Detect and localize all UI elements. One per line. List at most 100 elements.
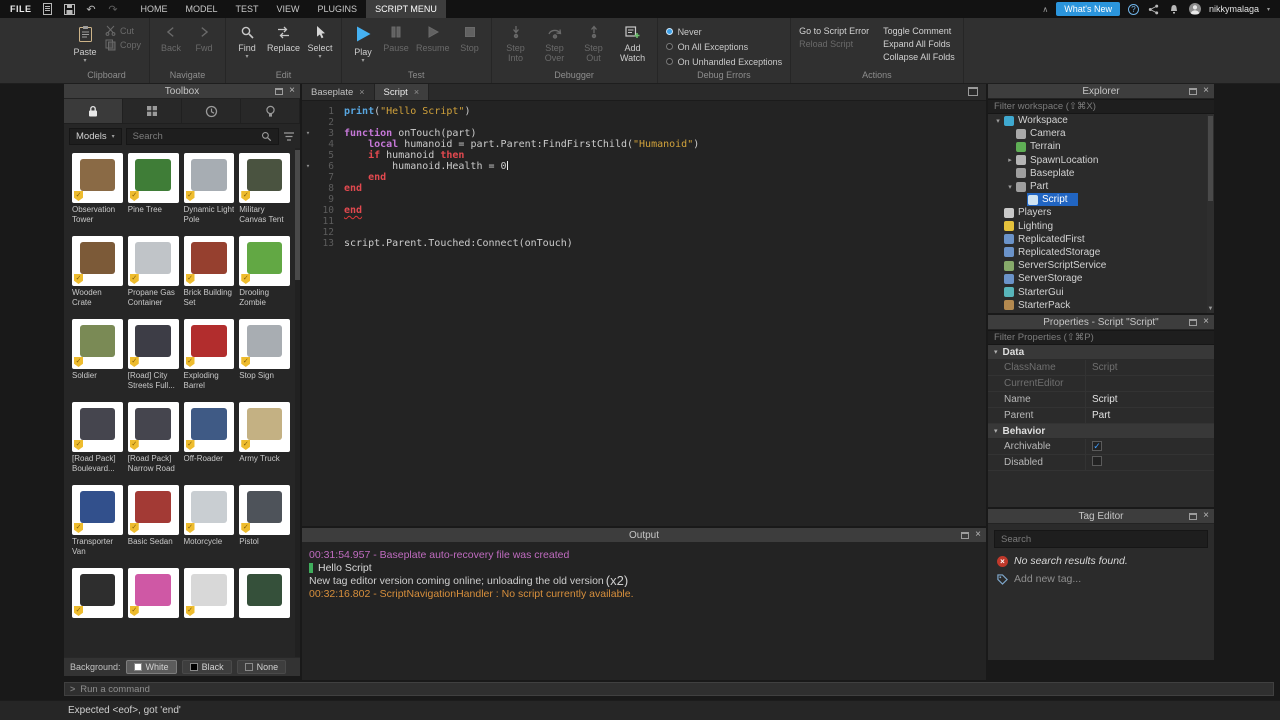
save-icon[interactable] (63, 3, 76, 16)
toolbox-model-item[interactable]: ✓ Propane Gas Container (127, 236, 179, 308)
explorer-item-serverstorage[interactable]: ServerStorage (988, 272, 1207, 285)
tag-search-input[interactable]: Search (994, 530, 1208, 548)
popout-editor-icon[interactable] (968, 87, 978, 96)
explorer-item-starterpack[interactable]: StarterPack (988, 299, 1207, 312)
menu-tab-script-menu[interactable]: SCRIPT MENU (366, 0, 446, 18)
step-into-button[interactable]: Step Into (500, 23, 532, 63)
action-toggle-comment[interactable]: Toggle Comment (883, 26, 955, 36)
explorer-item-workspace[interactable]: ▾ Workspace (988, 114, 1207, 127)
paste-button[interactable]: Paste ▾ (72, 23, 98, 64)
explorer-item-replicatedfirst[interactable]: ReplicatedFirst (988, 233, 1207, 246)
explorer-item-players[interactable]: Players (988, 206, 1207, 219)
properties-section-data[interactable]: ▾ Data (988, 345, 1214, 360)
action-go-to-script-error[interactable]: Go to Script Error (799, 26, 869, 36)
menu-tab-test[interactable]: TEST (227, 0, 268, 18)
tab-script[interactable]: Script (374, 84, 430, 100)
property-value[interactable]: Script (1086, 362, 1214, 373)
toolbox-model-item[interactable]: ✓ [Road Pack] Boulevard... (72, 402, 123, 474)
command-bar[interactable]: > Run a command (64, 682, 1274, 696)
toolbox-model-item[interactable]: ✓ Motorcycle (183, 485, 235, 557)
toolbox-model-item[interactable]: ✓ (183, 568, 235, 640)
redo-icon[interactable]: ↷ (107, 3, 120, 16)
toolbox-model-item[interactable]: ✓ Pine Tree (127, 153, 179, 225)
toolbox-model-item[interactable]: ✓ Wooden Crate (72, 236, 123, 308)
explorer-scrollbar[interactable]: ▼ (1207, 114, 1214, 313)
filters-icon[interactable] (283, 131, 295, 142)
explorer-item-startergui[interactable]: StarterGui (988, 285, 1207, 298)
category-dropdown[interactable]: Models ▾ (69, 127, 122, 145)
property-value[interactable]: Part (1086, 410, 1214, 421)
help-icon[interactable]: ? (1127, 3, 1139, 15)
copy-button[interactable]: Copy (105, 39, 141, 51)
share-icon[interactable] (1147, 3, 1160, 16)
toolbox-tab-marketplace[interactable] (64, 99, 123, 123)
resume-button[interactable]: Resume (416, 23, 450, 53)
pause-button[interactable]: Pause (383, 23, 409, 53)
toolbox-model-item[interactable]: ✓ Brick Building Set (183, 236, 235, 308)
stop-button[interactable]: Stop (457, 23, 483, 53)
toolbox-model-item[interactable]: ✓ [Road] City Streets Full... (127, 319, 179, 391)
code-line[interactable] (344, 216, 986, 227)
code-line[interactable]: humanoid.Health = 0 (344, 161, 986, 172)
select-button[interactable]: Select ▾ (307, 23, 333, 60)
explorer-item-replicatedstorage[interactable]: ReplicatedStorage (988, 246, 1207, 259)
properties-section-behavior[interactable]: ▾ Behavior (988, 424, 1214, 439)
forward-button[interactable]: Fwd (191, 23, 217, 53)
code-line[interactable] (344, 117, 986, 128)
add-new-tag-row[interactable]: Add new tag... (988, 570, 1214, 588)
explorer-item-camera[interactable]: Camera (988, 127, 1207, 140)
toolbox-model-item[interactable]: ✓ Basic Sedan (127, 485, 179, 557)
background-none-button[interactable]: None (236, 660, 287, 674)
close-panel-icon[interactable]: × (289, 86, 295, 96)
add-watch-button[interactable]: Add Watch (617, 23, 649, 63)
tab-baseplate[interactable]: Baseplate (302, 84, 375, 100)
background-white-button[interactable]: White (125, 660, 177, 674)
find-button[interactable]: Find ▾ (234, 23, 260, 60)
toolbox-model-item[interactable]: ✓ Military Canvas Tent (239, 153, 290, 225)
explorer-filter-input[interactable]: Filter workspace (⇧⌘X) (988, 99, 1214, 114)
menu-tab-view[interactable]: VIEW (268, 0, 309, 18)
action-expand-all-folds[interactable]: Expand All Folds (883, 39, 955, 49)
toolbox-model-item[interactable]: ✓ Exploding Barrel (183, 319, 235, 391)
code-line[interactable]: if humanoid then (344, 150, 986, 161)
play-button[interactable]: Play ▾ (350, 23, 376, 64)
toolbox-model-item[interactable]: ✓ Army Truck (239, 402, 290, 474)
archivable-checkbox[interactable]: ✓ (1092, 441, 1102, 451)
close-panel-icon[interactable]: × (1203, 511, 1209, 521)
toolbox-tab-creations[interactable] (241, 99, 300, 123)
back-button[interactable]: Back (158, 23, 184, 53)
toolbox-model-item[interactable]: ✓ Pistol (239, 485, 290, 557)
menu-tab-plugins[interactable]: PLUGINS (309, 0, 367, 18)
close-panel-icon[interactable]: × (1203, 317, 1209, 327)
float-panel-icon[interactable] (275, 87, 284, 95)
action-collapse-all-folds[interactable]: Collapse All Folds (883, 52, 955, 62)
username-label[interactable]: nikkymalaga (1209, 4, 1259, 14)
file-menu-button[interactable]: FILE (10, 4, 32, 14)
properties-panel-header[interactable]: Properties - Script "Script" × (988, 315, 1214, 330)
toolbox-model-item[interactable]: ✓ Stop Sign (239, 319, 290, 391)
toolbox-model-item[interactable]: ✓ Off-Roader (183, 402, 235, 474)
collapse-ribbon-icon[interactable]: ∧ (1042, 5, 1048, 14)
code-line[interactable]: local humanoid = part.Parent:FindFirstCh… (344, 139, 986, 150)
toolbox-tab-inventory[interactable] (123, 99, 182, 123)
scroll-down-icon[interactable]: ▼ (1207, 306, 1214, 312)
code-line[interactable]: end (344, 172, 986, 183)
fold-arrow-icon[interactable]: ▾ (302, 161, 314, 172)
toolbox-model-item[interactable]: ✓ Transporter Van (72, 485, 123, 557)
disabled-checkbox[interactable] (1092, 456, 1102, 466)
float-panel-icon[interactable] (1189, 318, 1198, 326)
expand-arrow-icon[interactable]: ▾ (993, 117, 1003, 125)
explorer-item-lighting[interactable]: Lighting (988, 220, 1207, 233)
toolbox-panel-header[interactable]: Toolbox × (64, 84, 300, 99)
toolbox-model-item[interactable]: ✓ [Road Pack] Narrow Road (127, 402, 179, 474)
toolbox-model-item[interactable]: ✓ Soldier (72, 319, 123, 391)
fold-arrow-icon[interactable]: ▾ (302, 128, 314, 139)
toolbox-tab-recent[interactable] (182, 99, 241, 123)
background-black-button[interactable]: Black (181, 660, 232, 674)
explorer-item-spawnlocation[interactable]: ▸ SpawnLocation (988, 154, 1207, 167)
menu-tab-model[interactable]: MODEL (177, 0, 227, 18)
debug-errors-option-on-all-exceptions[interactable]: On All Exceptions (665, 40, 783, 53)
debug-errors-option-never[interactable]: Never (665, 25, 783, 38)
toolbox-model-item[interactable]: ✓ (127, 568, 179, 640)
close-panel-icon[interactable]: × (1203, 86, 1209, 96)
